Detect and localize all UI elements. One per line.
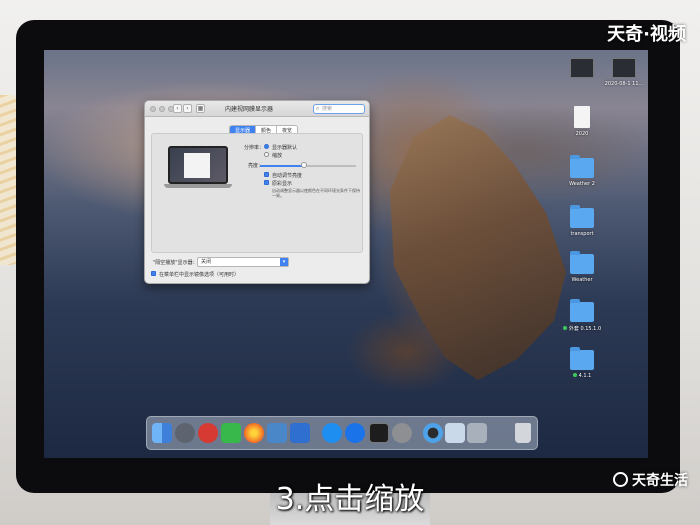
default-resolution-label: 显示器默认 (272, 145, 298, 151)
scaled-label: 缩放 (272, 153, 283, 159)
desktop-icon-folder-weather-2[interactable]: Weather 2 (562, 155, 602, 187)
image-thumbnail-icon (570, 58, 594, 78)
firefox-icon[interactable] (244, 423, 264, 443)
resolution-label: 分辨率： (244, 145, 265, 151)
chevron-down-icon: ▾ (280, 258, 288, 266)
desktop-icon-screenshot-2[interactable]: 2020-08-1 11... (604, 58, 644, 87)
mirror-option-checkbox[interactable] (151, 271, 156, 276)
forward-button[interactable]: › (183, 104, 192, 113)
image-thumbnail-icon (612, 58, 636, 78)
grid-view-button[interactable]: ▦ (196, 104, 205, 113)
xcode-tools-icon[interactable] (267, 423, 287, 443)
close-button[interactable] (150, 106, 156, 112)
netease-music-icon[interactable] (198, 423, 218, 443)
auto-brightness-label: 自动调节亮度 (272, 173, 303, 179)
watermark-top: 天奇·视频 (607, 24, 686, 45)
folder-icon (570, 299, 594, 322)
notes-icon[interactable] (290, 423, 310, 443)
tag-dot-icon (572, 373, 577, 377)
folder-icon (570, 347, 594, 370)
brand-logo-icon (613, 472, 628, 487)
dock (146, 416, 538, 450)
true-tone-checkbox[interactable] (264, 180, 269, 185)
desktop-icon-folder-transport[interactable]: transport (562, 205, 602, 237)
folder-icon (570, 155, 594, 178)
document-icon (574, 106, 590, 128)
display-settings-panel: 分辨率： 显示器默认 缩放 亮度： 自动调节亮度 原彩显示 自动调整显示器以使颜… (151, 133, 363, 253)
window-title: 内建视网膜显示器 (225, 106, 274, 113)
photos-icon[interactable] (467, 423, 487, 443)
window-titlebar: ‹ › ▦ 内建视网膜显示器 ⌕ 搜索 (145, 101, 369, 117)
display-preferences-window: ‹ › ▦ 内建视网膜显示器 ⌕ 搜索 显示器 颜色 夜览 分辨率： 显示器默认… (144, 100, 370, 284)
watermark-bottom: 天奇生活 (613, 470, 688, 490)
app-store-icon[interactable] (322, 423, 342, 443)
brightness-knob[interactable] (301, 162, 308, 168)
desktop-icon-document[interactable]: 2020 (562, 106, 602, 137)
terminal-icon[interactable] (369, 423, 389, 443)
true-tone-description: 自动调整显示器以使颜色在不同环境光条件下保持一致。 (272, 188, 360, 198)
wallpaper-island (390, 115, 566, 380)
desktop-icon-folder-tag[interactable]: 外套 0.15.1.0 (562, 299, 602, 332)
radio-default-resolution[interactable] (264, 144, 269, 149)
preview-icon[interactable] (445, 423, 465, 443)
airplay-select[interactable]: 关闭 ▾ (197, 257, 289, 267)
subtitle-caption: 3.点击缩放 (275, 482, 425, 517)
quicktime-icon[interactable] (423, 423, 443, 443)
system-preferences-icon[interactable] (392, 423, 412, 443)
true-tone-label: 原彩显示 (272, 181, 293, 187)
downloads-icon[interactable] (345, 423, 365, 443)
auto-brightness-checkbox[interactable] (264, 172, 269, 177)
search-icon: ⌕ (316, 105, 320, 112)
launchpad-icon[interactable] (175, 423, 195, 443)
tag-dot-icon (562, 326, 567, 330)
brightness-slider[interactable] (260, 162, 356, 168)
radio-scaled[interactable] (264, 152, 269, 157)
laptop-image-icon (168, 146, 228, 184)
trash-icon[interactable] (515, 423, 531, 443)
back-button[interactable]: ‹ (173, 104, 182, 113)
folder-icon (570, 205, 594, 228)
desktop-icon-folder-411[interactable]: 4.1.1 (562, 347, 602, 379)
desktop-icon-screenshot[interactable] (562, 58, 602, 81)
brightness-fill (260, 165, 305, 167)
wechat-icon[interactable] (221, 423, 241, 443)
desktop-icon-folder-weather[interactable]: Weather (562, 251, 602, 283)
airplay-label: "隔空播放"显示器： (153, 260, 198, 266)
search-input[interactable]: ⌕ 搜索 (313, 104, 365, 114)
mirror-option-label: 在菜单栏中显示镜像选项（可用时） (159, 272, 240, 278)
finder-icon[interactable] (152, 423, 172, 443)
folder-icon (570, 251, 594, 274)
minimize-button[interactable] (159, 106, 165, 112)
